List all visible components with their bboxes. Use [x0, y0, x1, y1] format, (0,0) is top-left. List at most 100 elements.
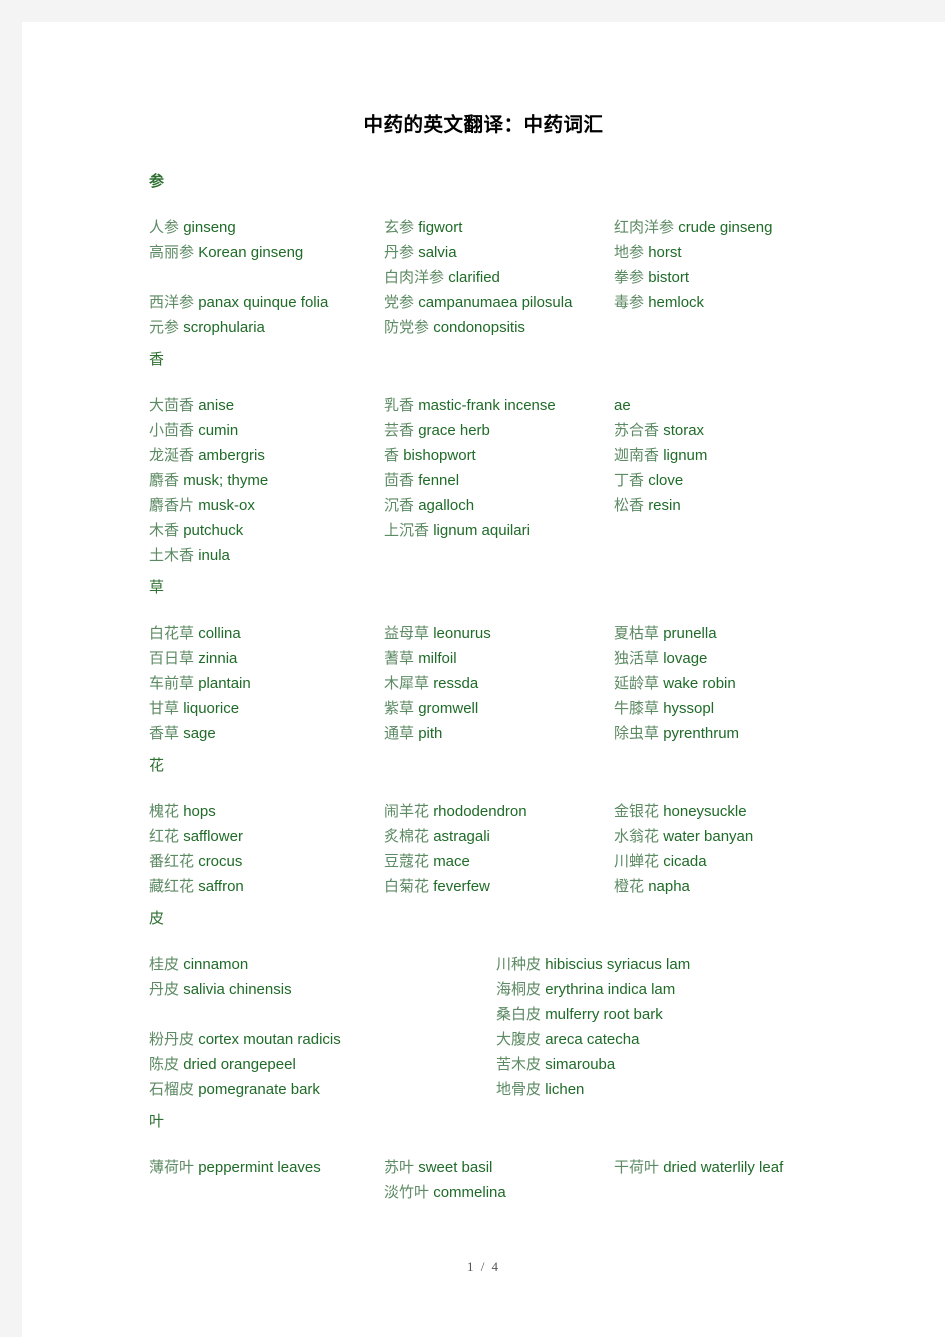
glossary-entry: 石榴皮 pomegranate bark — [149, 1077, 479, 1102]
glossary-entry: 丹参 salvia — [384, 240, 612, 265]
term-chinese: 藏红花 — [149, 878, 195, 895]
entry-column: 人参 ginseng 高丽参 Korean ginseng 西洋参 panax qu… — [149, 215, 377, 340]
glossary-entry: 香 bishopwort — [384, 443, 612, 468]
term-chinese: 红花 — [149, 828, 180, 845]
term-chinese: 香 — [384, 447, 400, 464]
term-english: honeysuckle — [663, 803, 747, 820]
term-chinese: 槐花 — [149, 803, 180, 820]
term-chinese: 拳参 — [614, 269, 645, 286]
section-tail-spacer — [149, 568, 915, 575]
entry-column: 干荷叶 dried waterlily leaf — [614, 1155, 829, 1180]
term-chinese: 地参 — [614, 244, 645, 261]
term-chinese: 通草 — [384, 725, 415, 742]
term-english: napha — [648, 878, 690, 895]
page-footer: 1 / 4 — [466, 1259, 501, 1274]
term-english: agalloch — [418, 497, 475, 514]
entry-column: 苏叶 sweet basil 淡竹叶 commelina — [384, 1155, 612, 1205]
page-title: 中药的英文翻译：中药词汇 — [363, 115, 604, 136]
section-tail-spacer — [149, 899, 915, 906]
term-english: dried waterlily leaf — [663, 1159, 784, 1176]
term-chinese: 地骨皮 — [496, 1081, 542, 1098]
glossary-entry: 大茴香 anise — [149, 393, 377, 418]
entry-column: 薄荷叶 peppermint leaves — [149, 1155, 377, 1180]
entry-column: 益母草 leonurus 蓍草 milfoil 木犀草 ressda 紫草 gromw… — [384, 621, 612, 746]
term-chinese: 蓍草 — [384, 650, 415, 667]
term-chinese: 元参 — [149, 319, 180, 336]
term-chinese: 淡竹叶 — [384, 1184, 430, 1201]
glossary-entry: 豆蔻花 mace — [384, 849, 612, 874]
term-english: figwort — [418, 219, 463, 236]
glossary-entry: 川蝉花 cicada — [614, 849, 829, 874]
term-chinese: 豆蔻花 — [384, 853, 430, 870]
glossary-entry: 甘草 liquorice — [149, 696, 377, 721]
term-chinese: 小茴香 — [149, 422, 195, 439]
section: 参人参 ginseng 高丽参 Korean ginseng 西洋参 panax q… — [149, 169, 915, 347]
glossary-entry: 橙花 napha — [614, 874, 829, 899]
glossary-entry: 防党参 condonopsitis — [384, 315, 612, 340]
section-header: 叶 — [149, 1113, 165, 1130]
glossary-entry: 麝香片 musk-ox — [149, 493, 377, 518]
glossary-entry: 独活草 lovage — [614, 646, 829, 671]
glossary-entry: 土木香 inula — [149, 543, 377, 568]
term-chinese: 木犀草 — [384, 675, 430, 692]
term-chinese: 松香 — [614, 497, 645, 514]
term-chinese: 川蝉花 — [614, 853, 660, 870]
term-chinese: 木香 — [149, 522, 180, 539]
glossary-entry: 川种皮 hibiscius syriacus lam — [496, 952, 816, 977]
section: 草白花草 collina 百日草 zinnia 车前草 plantain 甘草 liq… — [149, 575, 915, 753]
term-english: lichen — [545, 1081, 585, 1098]
term-english: salivia chinensis — [183, 981, 292, 998]
glossary-entry: 红花 safflower — [149, 824, 377, 849]
term-english: rhododendron — [433, 803, 527, 820]
term-chinese: 防党参 — [384, 319, 430, 336]
term-english: ae — [614, 397, 631, 414]
glossary-entry: 陈皮 dried orangepeel — [149, 1052, 479, 1077]
term-chinese: 甘草 — [149, 700, 180, 717]
term-english: prunella — [663, 625, 717, 642]
entry-column: 槐花 hops 红花 safflower 番红花 crocus 藏红花 saffron — [149, 799, 377, 899]
term-english: musk; thyme — [183, 472, 269, 489]
term-english: leonurus — [433, 625, 491, 642]
glossary-entry: 上沉香 lignum aquilari — [384, 518, 612, 543]
term-chinese: 水翁花 — [614, 828, 660, 845]
term-chinese: 闹羊花 — [384, 803, 430, 820]
term-chinese: 丹皮 — [149, 981, 180, 998]
glossary-entry: 槐花 hops — [149, 799, 377, 824]
term-english: resin — [648, 497, 681, 514]
term-english: grace herb — [418, 422, 490, 439]
glossary-entry: 炙棉花 astragali — [384, 824, 612, 849]
entry-columns: 槐花 hops 红花 safflower 番红花 crocus 藏红花 saffron… — [149, 799, 915, 899]
glossary-entry: 夏枯草 prunella — [614, 621, 829, 646]
term-english: safflower — [183, 828, 243, 845]
term-english: cinnamon — [183, 956, 249, 973]
term-english: zinnia — [198, 650, 238, 667]
term-chinese: 白花草 — [149, 625, 195, 642]
term-english: sweet basil — [418, 1159, 493, 1176]
term-english: mulferry root bark — [545, 1006, 663, 1023]
term-chinese: 人参 — [149, 219, 180, 236]
entry-column: 玄参 figwort 丹参 salvia 白肉洋参 clarified 党参 camp… — [384, 215, 612, 340]
entry-column: ae 苏合香 storax 迦南香 lignum 丁香 clove 松香 resin — [614, 393, 829, 518]
glossary-entry: 薄荷叶 peppermint leaves — [149, 1155, 377, 1180]
glossary-entry: 西洋参 panax quinque folia — [149, 290, 377, 315]
glossary-entry: 水翁花 water banyan — [614, 824, 829, 849]
term-english: bishopwort — [403, 447, 476, 464]
term-english: bistort — [648, 269, 690, 286]
glossary-entry: 大腹皮 areca catecha — [496, 1027, 816, 1052]
section-header: 花 — [149, 757, 165, 774]
term-chinese: 毒参 — [614, 294, 645, 311]
glossary-entry: 闹羊花 rhododendron — [384, 799, 612, 824]
section-header: 草 — [149, 579, 165, 596]
entry-column: 乳香 mastic-frank incense 芸香 grace herb 香 bi… — [384, 393, 612, 543]
term-chinese: 粉丹皮 — [149, 1031, 195, 1048]
term-chinese: 川种皮 — [496, 956, 542, 973]
term-english: liquorice — [183, 700, 240, 717]
term-chinese: 干荷叶 — [614, 1159, 660, 1176]
glossary-entry: 苏合香 storax — [614, 418, 829, 443]
term-english: milfoil — [418, 650, 457, 667]
glossary-entry: 丁香 clove — [614, 468, 829, 493]
